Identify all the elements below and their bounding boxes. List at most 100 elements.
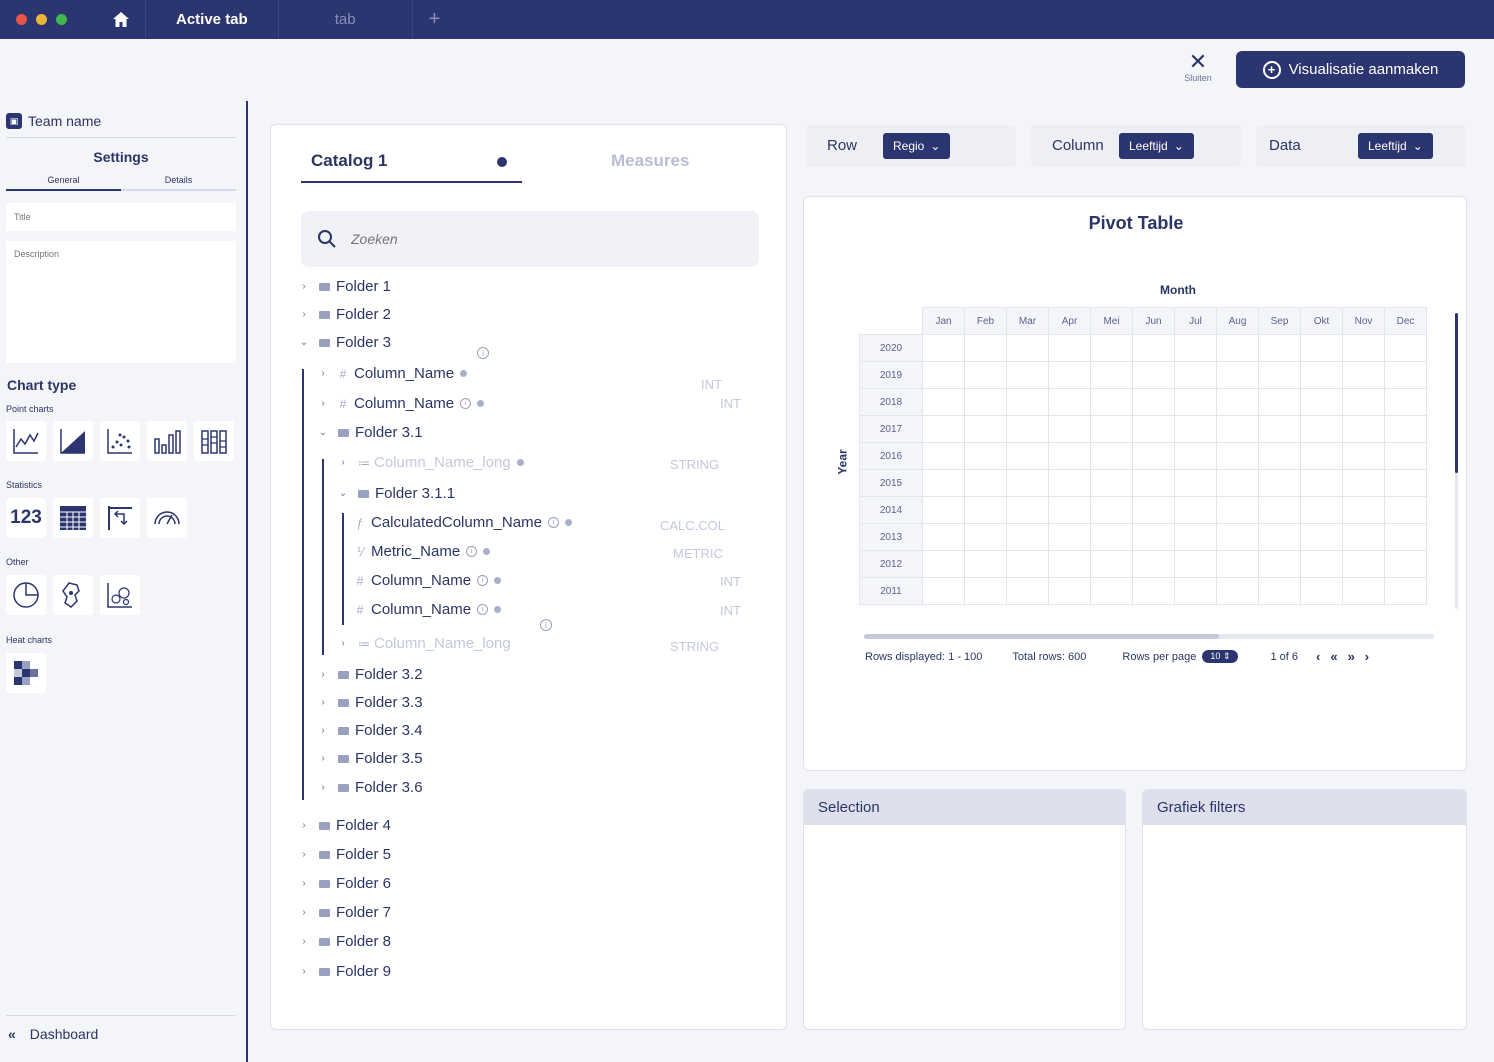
- tree-folder[interactable]: ⌄ Folder 3.1.1: [336, 485, 455, 502]
- pivot-cell[interactable]: [1300, 550, 1343, 578]
- tree-column[interactable]: ⅟ Metric_Name i: [355, 543, 491, 560]
- double-chevron-right-icon[interactable]: »: [1348, 649, 1355, 664]
- pivot-cell[interactable]: [964, 361, 1007, 389]
- tab-active[interactable]: Active tab: [146, 0, 279, 39]
- pivot-cell[interactable]: [1216, 415, 1259, 443]
- chevron-right-icon[interactable]: ›: [1365, 649, 1369, 664]
- tree-folder[interactable]: › Folder 2: [297, 306, 391, 323]
- pivot-cell[interactable]: [1174, 442, 1217, 470]
- pivot-cell[interactable]: [1006, 523, 1049, 551]
- tree-column[interactable]: # Column_Name i: [355, 601, 502, 618]
- pivot-cell[interactable]: [1216, 388, 1259, 416]
- tree-folder[interactable]: › Folder 1: [297, 278, 391, 295]
- pivot-cell[interactable]: [1132, 496, 1175, 524]
- tree-column[interactable]: › ≔ Column_Name_long: [336, 454, 524, 471]
- title-field[interactable]: [6, 203, 236, 231]
- pivot-cell[interactable]: [1006, 442, 1049, 470]
- pivot-cell[interactable]: [1132, 388, 1175, 416]
- pivot-cell[interactable]: [964, 577, 1007, 605]
- tree-folder[interactable]: › Folder 8: [297, 933, 391, 950]
- pivot-cell[interactable]: [1258, 388, 1301, 416]
- pivot-cell[interactable]: [1216, 334, 1259, 362]
- info-icon[interactable]: i: [477, 575, 489, 586]
- pivot-cell[interactable]: [1258, 442, 1301, 470]
- bar-chart-icon[interactable]: [147, 421, 187, 461]
- pivot-cell[interactable]: [1090, 496, 1133, 524]
- minimize-window-button[interactable]: [36, 14, 47, 25]
- pivot-cell[interactable]: [1090, 334, 1133, 362]
- rows-per-page-select[interactable]: 10 ⇕: [1202, 650, 1239, 663]
- vertical-scrollbar[interactable]: [1455, 313, 1458, 609]
- pivot-cell[interactable]: [1006, 334, 1049, 362]
- tree-folder[interactable]: ⌄ Folder 3: [297, 334, 391, 351]
- pivot-cell[interactable]: [1300, 361, 1343, 389]
- info-icon[interactable]: i: [466, 546, 478, 557]
- pivot-cell[interactable]: [1132, 442, 1175, 470]
- pivot-cell[interactable]: [922, 334, 965, 362]
- pivot-cell[interactable]: [1300, 415, 1343, 443]
- pivot-cell[interactable]: [922, 523, 965, 551]
- pivot-cell[interactable]: [1300, 577, 1343, 605]
- tree-folder[interactable]: › Folder 3.4: [316, 722, 422, 739]
- pivot-cell[interactable]: [922, 496, 965, 524]
- tree-column[interactable]: ƒ CalculatedColumn_Name i: [355, 514, 572, 531]
- heatmap-icon[interactable]: [6, 653, 46, 693]
- pivot-cell[interactable]: [1132, 361, 1175, 389]
- pivot-cell[interactable]: [1300, 334, 1343, 362]
- tab-catalog[interactable]: Catalog 1: [311, 151, 388, 171]
- pivot-cell[interactable]: [1216, 577, 1259, 605]
- pivot-cell[interactable]: [1132, 577, 1175, 605]
- pivot-cell[interactable]: [1384, 334, 1427, 362]
- chevron-left-icon[interactable]: ‹: [1316, 649, 1320, 664]
- pivot-cell[interactable]: [1384, 496, 1427, 524]
- close-window-button[interactable]: [16, 14, 27, 25]
- pivot-cell[interactable]: [922, 361, 965, 389]
- tree-column[interactable]: › # Column_Name i: [316, 395, 485, 412]
- tab-details[interactable]: Details: [121, 175, 236, 191]
- pivot-cell[interactable]: [1048, 442, 1091, 470]
- home-icon[interactable]: [96, 0, 146, 39]
- scrollbar-thumb[interactable]: [1455, 313, 1458, 473]
- pivot-cell[interactable]: [1006, 388, 1049, 416]
- pivot-cell[interactable]: [922, 550, 965, 578]
- search-input[interactable]: [351, 231, 731, 247]
- map-icon[interactable]: [53, 575, 93, 615]
- pivot-cell[interactable]: [964, 415, 1007, 443]
- pivot-cell[interactable]: [1006, 496, 1049, 524]
- pivot-cell[interactable]: [1048, 523, 1091, 551]
- pivot-cell[interactable]: [1342, 469, 1385, 497]
- pivot-cell[interactable]: [1174, 577, 1217, 605]
- pivot-cell[interactable]: [1384, 577, 1427, 605]
- pivot-cell[interactable]: [1174, 523, 1217, 551]
- pivot-cell[interactable]: [1132, 415, 1175, 443]
- dashboard-link[interactable]: « Dashboard: [8, 1026, 98, 1042]
- pivot-cell[interactable]: [922, 388, 965, 416]
- pivot-cell[interactable]: [1006, 577, 1049, 605]
- pivot-cell[interactable]: [1048, 550, 1091, 578]
- pivot-cell[interactable]: [1342, 388, 1385, 416]
- info-icon[interactable]: i: [540, 619, 552, 631]
- pivot-cell[interactable]: [922, 577, 965, 605]
- pivot-cell[interactable]: [1384, 361, 1427, 389]
- pivot-cell[interactable]: [1174, 550, 1217, 578]
- pivot-cell[interactable]: [1174, 469, 1217, 497]
- info-icon[interactable]: i: [477, 347, 489, 359]
- pivot-cell[interactable]: [964, 550, 1007, 578]
- create-visualization-button[interactable]: + Visualisatie aanmaken: [1236, 51, 1465, 88]
- tree-folder[interactable]: › Folder 3.2: [316, 666, 422, 683]
- pivot-cell[interactable]: [1006, 415, 1049, 443]
- pivot-cell[interactable]: [1342, 523, 1385, 551]
- tree-folder[interactable]: › Folder 3.6: [316, 779, 422, 796]
- pivot-cell[interactable]: [1132, 334, 1175, 362]
- pivot-cell[interactable]: [1384, 523, 1427, 551]
- pivot-cell[interactable]: [1048, 334, 1091, 362]
- tree-folder[interactable]: › Folder 5: [297, 846, 391, 863]
- pivot-cell[interactable]: [1048, 469, 1091, 497]
- pivot-cell[interactable]: [1300, 442, 1343, 470]
- pivot-cell[interactable]: [1132, 469, 1175, 497]
- pivot-cell[interactable]: [1216, 550, 1259, 578]
- line-chart-icon[interactable]: [6, 421, 46, 461]
- info-icon[interactable]: i: [547, 517, 559, 528]
- pivot-cell[interactable]: [1048, 577, 1091, 605]
- pivot-cell[interactable]: [1216, 523, 1259, 551]
